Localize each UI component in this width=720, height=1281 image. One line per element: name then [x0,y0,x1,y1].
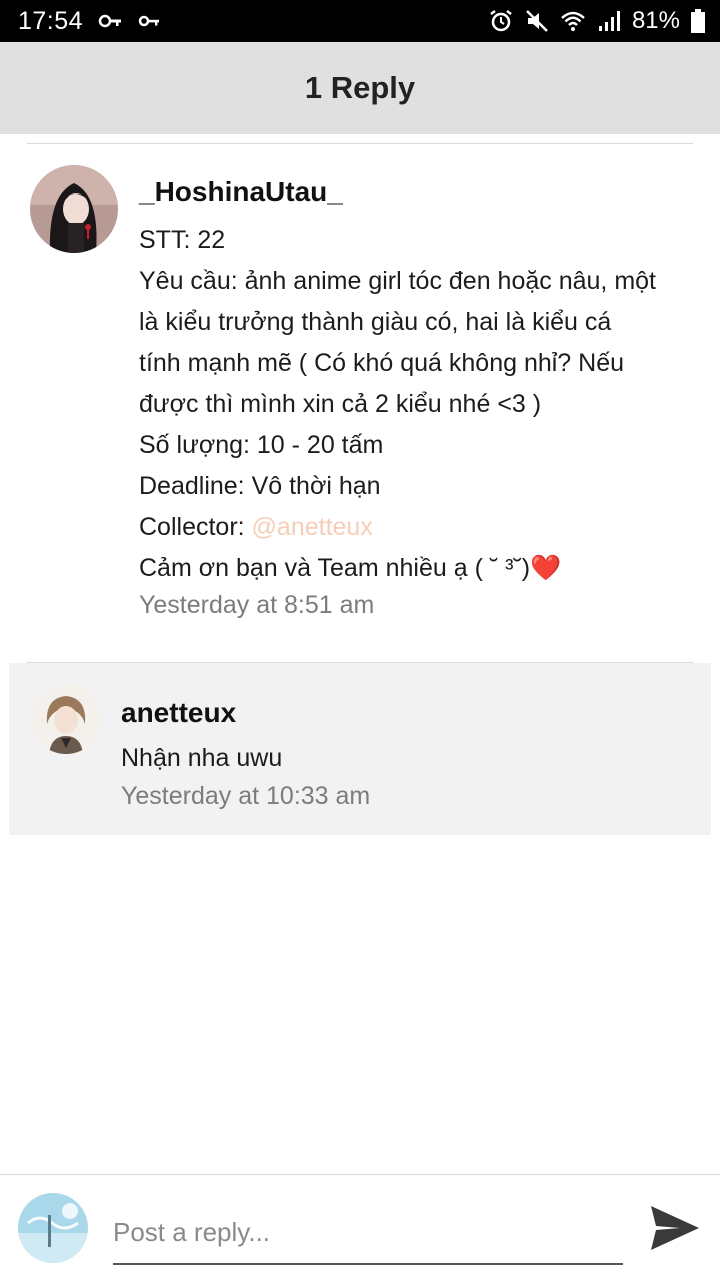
thanks-text: Cảm ơn bạn và Team nhiều ạ ( ˘ ³˘) [139,554,531,582]
status-time: 17:54 [18,6,84,35]
comment-username[interactable]: _HoshinaUtau_ [139,176,343,208]
comment-timestamp: Yesterday at 8:51 am [139,591,375,619]
header-bar: 1 Reply [0,42,720,134]
comment-line: Số lượng: 10 - 20 tấm [139,431,384,459]
heart-icon: ❤️ [530,554,562,582]
comment-line: Yêu cầu: ảnh anime girl tóc đen hoặc nâu… [139,267,656,295]
reply-username[interactable]: anetteux [121,697,236,729]
send-icon [651,1206,699,1250]
send-button[interactable] [648,1203,702,1253]
thanks-line: Cảm ơn bạn và Team nhiều ạ ( ˘ ³˘)❤️ [139,548,656,589]
wifi-icon [560,8,586,34]
vpn-key-icon [137,8,163,34]
status-bar: 17:54 81% [0,0,720,42]
reply-timestamp: Yesterday at 10:33 am [121,782,371,810]
comment-line: tính mạnh mẽ ( Có khó quá không nhỉ? Nếu [139,349,625,377]
mute-icon [524,8,550,34]
comment-line: STT: 22 [139,226,226,254]
page-title: 1 Reply [304,70,416,105]
divider [27,143,693,144]
comment-line: được thì mình xin cả 2 kiểu nhé <3 ) [139,390,542,418]
avatar[interactable] [30,165,118,253]
collector-label: Collector: [139,513,252,541]
reply-composer [0,1174,720,1281]
key-icon [97,8,123,34]
reply-input[interactable] [113,1201,623,1265]
alarm-icon [488,8,514,34]
battery-icon [690,8,706,34]
signal-icon [596,8,622,34]
battery-percent: 81% [631,7,680,34]
comment-line: là kiểu trưởng thành giàu có, hai là kiể… [139,308,612,336]
avatar[interactable] [31,684,101,754]
collector-line: Collector: @anetteux [139,507,656,548]
comment-body: STT: 22 Yêu cầu: ảnh anime girl tóc đen … [139,220,656,589]
mention-link[interactable]: @anetteux [252,513,373,541]
avatar[interactable] [18,1193,88,1263]
reply-body: Nhận nha uwu [121,744,283,772]
comment-line: Deadline: Vô thời hạn [139,472,381,500]
